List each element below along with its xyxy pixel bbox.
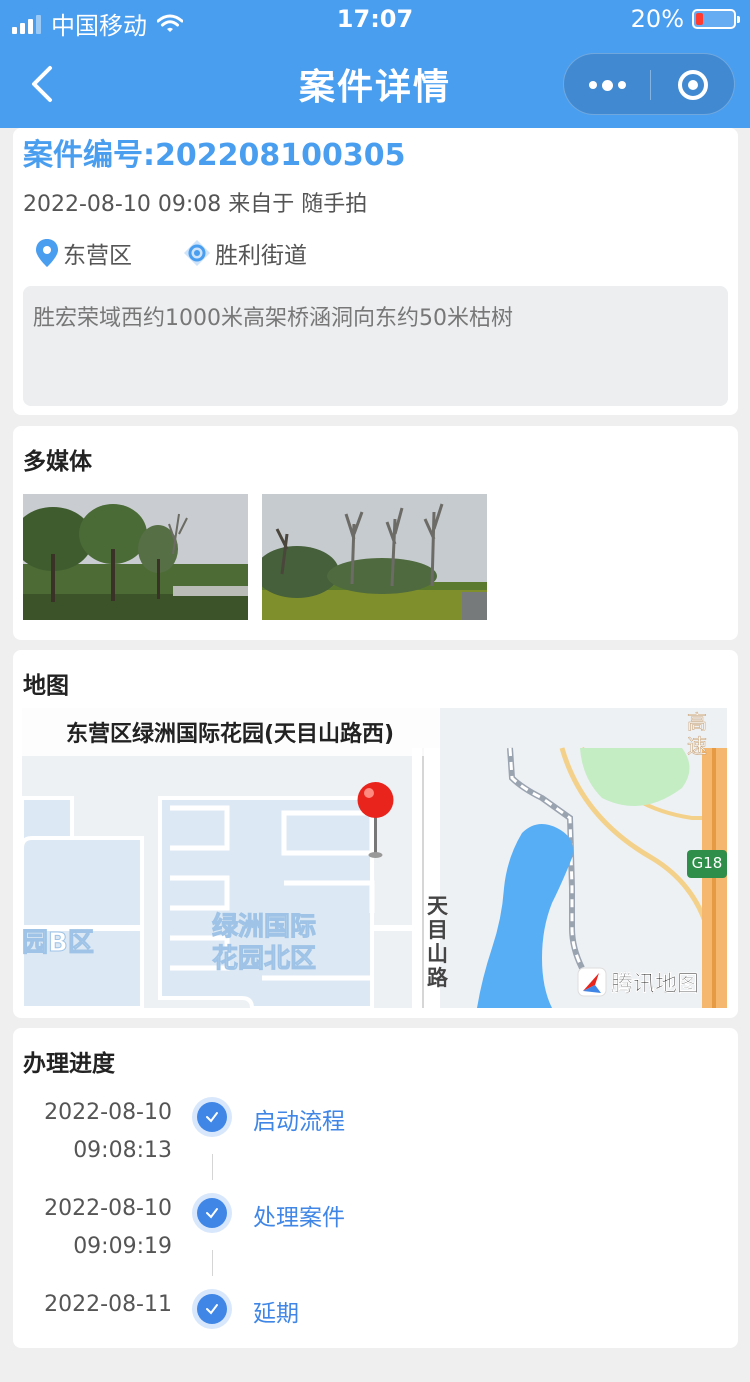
case-description: 胜宏荣域西约1000米高架桥涵洞向东约50米枯树 — [23, 286, 728, 406]
street-label: 胜利街道 — [215, 243, 307, 269]
media-photo-2[interactable] — [262, 494, 487, 620]
check-icon — [197, 1294, 227, 1324]
step-label: 延期 — [253, 1301, 299, 1327]
check-icon — [197, 1198, 227, 1228]
tencent-map-logo-icon — [577, 967, 607, 997]
status-bar: 中国移动 17:07 20% — [0, 0, 750, 40]
map-address-label: 东营区绿洲国际花园(天目山路西) — [22, 708, 440, 756]
check-icon — [197, 1102, 227, 1132]
step-date: 2022-08-10 — [44, 1100, 172, 1125]
miniprogram-capsule — [563, 53, 735, 115]
step-date: 2022-08-11 — [44, 1292, 172, 1317]
district-tag: 东营区 — [35, 236, 132, 270]
street-tag: 胜利街道 — [183, 236, 307, 270]
map-title: 地图 — [23, 673, 69, 699]
map-provider-logo: 腾讯地图 — [577, 966, 699, 998]
progress-step: 2022-08-10 09:09:19 处理案件 — [13, 1196, 738, 1286]
target-location-icon — [184, 240, 210, 266]
case-meta: 2022-08-10 09:08 来自于 随手拍 — [23, 192, 368, 217]
battery-percent: 20% — [630, 5, 684, 33]
map-card: 地图 东营区绿洲国际花园(天目山路西) 园B区 绿洲国际 花园北区 天 目 山 … — [13, 650, 738, 1018]
battery-icon — [692, 9, 740, 29]
progress-card: 办理进度 2022-08-10 09:08:13 启动流程 2022-08-10… — [13, 1028, 738, 1348]
step-time: 09:08:13 — [73, 1138, 172, 1163]
case-number: 案件编号:202208100305 — [23, 138, 406, 173]
map-highway-badge: G18 — [691, 854, 723, 872]
case-info-card: 案件编号:202208100305 2022-08-10 09:08 来自于 随… — [13, 128, 738, 415]
close-miniprogram-icon[interactable] — [650, 54, 736, 116]
media-card: 多媒体 — [13, 426, 738, 640]
progress-title: 办理进度 — [23, 1051, 115, 1077]
location-map[interactable]: 东营区绿洲国际花园(天目山路西) 园B区 绿洲国际 花园北区 天 目 山 路 高… — [22, 708, 727, 1008]
map-label-road: 天 目 山 路 — [427, 894, 448, 990]
map-label-highway: 高 速 — [687, 710, 708, 759]
map-label-garden-2: 花园北区 — [211, 944, 317, 975]
media-title: 多媒体 — [23, 449, 92, 475]
timeline-connector — [212, 1154, 213, 1180]
location-pin-icon — [36, 239, 58, 267]
timeline-connector — [212, 1250, 213, 1276]
step-label: 启动流程 — [253, 1109, 345, 1135]
district-label: 东营区 — [63, 243, 132, 269]
step-label: 处理案件 — [253, 1205, 345, 1231]
media-photo-1[interactable] — [23, 494, 248, 620]
progress-step: 2022-08-11 延期 — [13, 1292, 738, 1382]
more-menu-icon[interactable] — [564, 54, 650, 116]
step-date: 2022-08-10 — [44, 1196, 172, 1221]
nav-bar: 案件详情 — [0, 40, 750, 128]
step-time: 09:09:19 — [73, 1234, 172, 1259]
progress-step: 2022-08-10 09:08:13 启动流程 — [13, 1100, 738, 1190]
map-label-area-b: 园B区 — [22, 928, 94, 959]
